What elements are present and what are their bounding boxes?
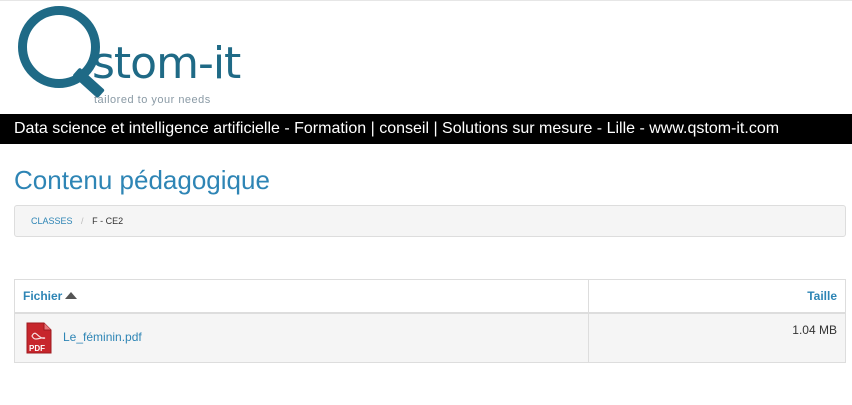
page-title: Contenu pédagogique: [14, 165, 270, 195]
breadcrumb-separator: /: [81, 216, 84, 226]
table-row: PDF Le_féminin.pdf 1.04 MB: [15, 314, 845, 362]
site-logo[interactable]: stom-it tailored to your needs: [14, 4, 254, 110]
file-link[interactable]: Le_féminin.pdf: [63, 330, 142, 344]
top-rule: [0, 0, 852, 1]
table-header: Fichier Taille: [15, 280, 845, 314]
pdf-icon-label: PDF: [29, 344, 45, 353]
breadcrumb-item-current: F - CE2: [92, 216, 124, 226]
cell-file: PDF Le_féminin.pdf: [15, 314, 589, 362]
header-banner: Data science et intelligence artificiell…: [0, 114, 852, 144]
column-header-size[interactable]: Taille: [589, 280, 845, 312]
pdf-icon[interactable]: PDF: [26, 322, 52, 354]
column-header-file[interactable]: Fichier: [15, 280, 589, 312]
column-header-file-label: Fichier: [23, 289, 63, 303]
logo-brand-text: stom-it: [92, 38, 241, 89]
logo-tagline: tailored to your needs: [94, 94, 211, 106]
files-table: Fichier Taille PDF Le_féminin.pdf 1.04 M…: [14, 279, 846, 363]
column-header-size-label: Taille: [807, 289, 837, 303]
sort-up-icon: [65, 292, 78, 299]
breadcrumb: CLASSES / F - CE2: [14, 205, 846, 237]
breadcrumb-item-classes[interactable]: CLASSES: [31, 216, 73, 226]
banner-text: Data science et intelligence artificiell…: [14, 120, 780, 137]
cell-size: 1.04 MB: [792, 323, 837, 337]
